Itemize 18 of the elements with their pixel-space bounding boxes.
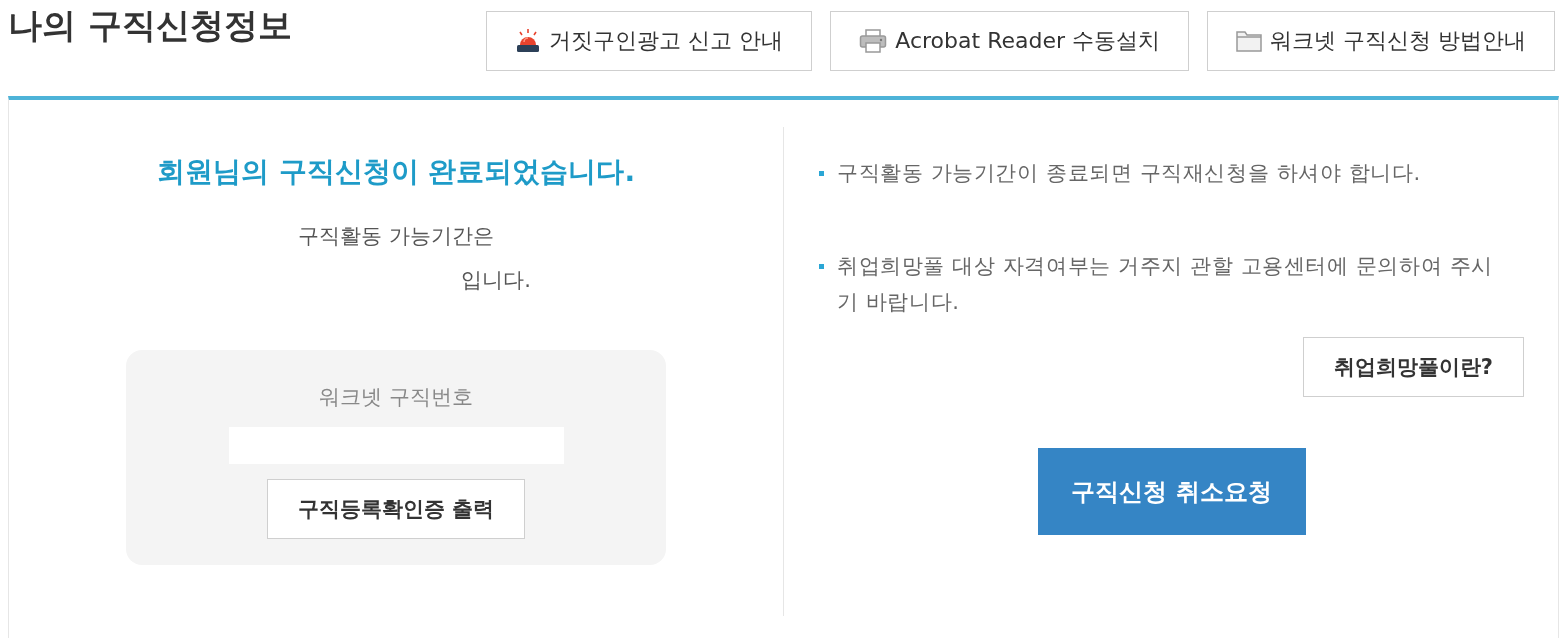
info-button[interactable]: 취업희망풀이란? xyxy=(1302,337,1524,397)
bullet-icon xyxy=(819,264,824,269)
guide-button[interactable]: 워크넷 구직신청 방법안내 xyxy=(1207,11,1555,71)
folder-icon xyxy=(1236,30,1262,52)
notice-text: 취업희망풀 대상 자격여부는 거주지 관할 고용센터에 문의하여 주시기 바랍니다. xyxy=(837,253,1494,316)
cancel-request-button[interactable]: 구직신청 취소요청 xyxy=(1037,448,1306,535)
guide-button[interactable]: 거짓구인광고 신고 안내 xyxy=(486,11,813,71)
notice-text: 구직활동 가능기간이 종료되면 구직재신청을 하셔야 합니다. xyxy=(837,160,1421,187)
siren-icon xyxy=(515,29,542,53)
printer-icon xyxy=(859,29,888,53)
guide-button[interactable]: Acrobat Reader 수동설치 xyxy=(830,11,1189,71)
bullet-icon xyxy=(819,171,824,176)
period-suffix-text: 입니다. xyxy=(461,267,531,294)
job-number-label: 워크넷 구직번호 xyxy=(319,384,473,411)
completion-heading: 회원님의 구직신청이 완료되었습니다. xyxy=(156,154,636,190)
period-text: 구직활동 가능기간은 xyxy=(298,223,494,250)
print-certificate-button[interactable]: 구직등록확인증 출력 xyxy=(266,479,526,539)
page-title: 나의 구직신청정보 xyxy=(8,4,292,47)
